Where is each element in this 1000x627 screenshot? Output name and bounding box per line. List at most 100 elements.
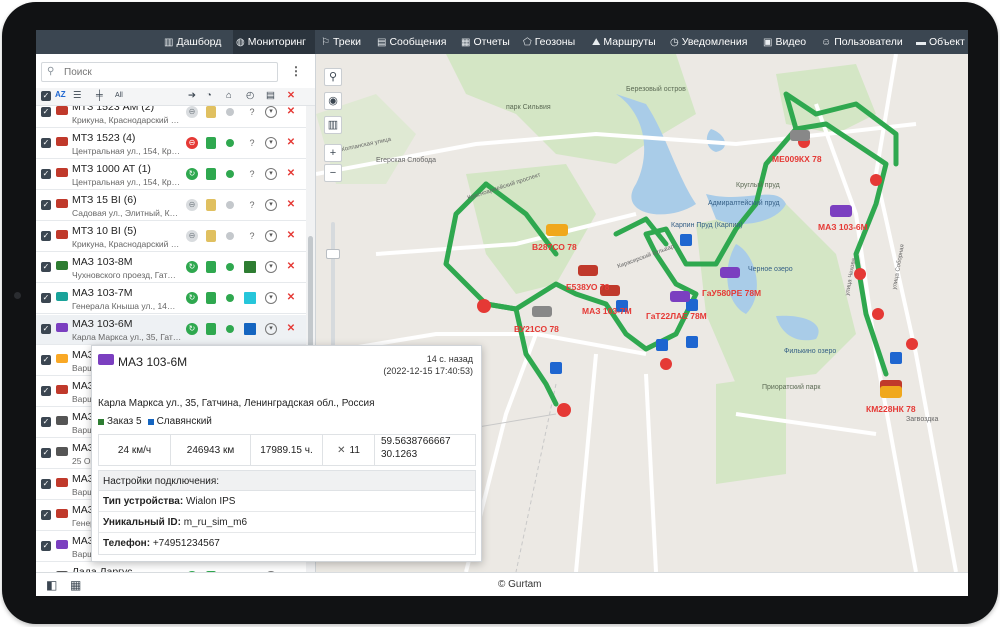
clipboard-col-icon[interactable]: ▤ xyxy=(266,90,275,101)
nav-messages[interactable]: ▤ Сообщения xyxy=(377,30,453,54)
unit-checkbox[interactable]: ✓ xyxy=(41,386,51,396)
ignition-icon xyxy=(206,168,216,180)
zoom-slider-handle[interactable] xyxy=(326,249,340,259)
ignition-col-icon[interactable]: ⌂ xyxy=(226,90,232,101)
scrollbar-thumb[interactable] xyxy=(308,236,313,356)
unit-row[interactable]: ✓ МАЗ 103-7М Генерала Кныша ул., 14… ↻ ▾ ✕ xyxy=(36,284,306,314)
unit-checkbox[interactable]: ✓ xyxy=(41,479,51,489)
dropdown-icon[interactable]: ▾ xyxy=(265,106,277,118)
list-view-icon[interactable]: ☰ xyxy=(73,90,82,101)
nav-geozones[interactable]: ⬠ Геозоны xyxy=(523,30,585,54)
nav-tracks[interactable]: ⚐ Треки xyxy=(321,30,371,54)
popup-title: МАЗ 103-6М xyxy=(118,355,188,369)
unit-checkbox[interactable]: ✓ xyxy=(41,107,51,117)
zoom-in-button[interactable]: + xyxy=(324,144,342,162)
unit-checkbox[interactable]: ✓ xyxy=(41,448,51,458)
dropdown-icon[interactable]: ▾ xyxy=(265,199,277,211)
dropdown-icon[interactable]: ▾ xyxy=(265,137,277,149)
unit-name[interactable]: МАЗ 103-6М xyxy=(72,318,133,330)
nav-monitoring[interactable]: ◍ Мониторинг xyxy=(233,30,315,54)
delete-icon[interactable]: ✕ xyxy=(285,292,297,304)
unit-row[interactable]: ✓ МТЗ 10 BI (5) Крикуна, Краснодарский … ⊖?… xyxy=(36,222,306,252)
vehicle-label[interactable]: В287СО 78 xyxy=(532,242,577,252)
unit-checkbox[interactable]: ✓ xyxy=(41,200,51,210)
map-layers-icon[interactable]: ▥ xyxy=(324,116,342,134)
motion-state-icon: ⊖ xyxy=(186,199,198,211)
unit-name[interactable]: МАЗ 103-7М xyxy=(72,287,133,299)
nav-users[interactable]: ☺ Пользователи xyxy=(821,30,911,54)
nav-routes[interactable]: ⛰ Маршруты xyxy=(592,30,662,54)
unit-address: Генерала Кныша ул., 14… xyxy=(72,301,176,311)
vehicle-label[interactable]: МАЗ 103-6М xyxy=(818,222,868,232)
unit-name[interactable]: МТЗ 1000 АТ (1) xyxy=(72,163,151,175)
apps-grid-icon[interactable]: ▦ xyxy=(70,578,81,592)
unit-checkbox[interactable]: ✓ xyxy=(41,510,51,520)
unit-name[interactable]: МТЗ 1523 АМ (2) xyxy=(72,106,154,113)
search-input[interactable] xyxy=(64,65,264,80)
connection-settings: Настройки подключения: Тип устройства: W… xyxy=(98,470,476,555)
dropdown-icon[interactable]: ▾ xyxy=(265,261,277,273)
zoom-out-button[interactable]: − xyxy=(324,164,342,182)
sort-az-icon[interactable]: AZ xyxy=(55,90,66,99)
vehicle-label[interactable]: ГаУ580РЕ 78М xyxy=(702,288,761,298)
unit-checkbox[interactable]: ✓ xyxy=(41,262,51,272)
nav-video[interactable]: ▣ Видео xyxy=(763,30,811,54)
delete-icon[interactable]: ✕ xyxy=(285,168,297,180)
select-all-checkbox[interactable]: ✓ xyxy=(41,90,51,101)
delete-icon[interactable]: ✕ xyxy=(285,137,297,149)
unit-address: Центральная ул., 154, Кр… xyxy=(72,177,181,187)
unit-checkbox[interactable]: ✓ xyxy=(41,293,51,303)
nav-dashboard[interactable]: ▥ Дашборд xyxy=(164,30,228,54)
vehicle-label[interactable]: МЕ009КХ 78 xyxy=(772,154,822,164)
map-search-icon[interactable]: ⚲ xyxy=(324,68,342,86)
unit-checkbox[interactable]: ✓ xyxy=(41,541,51,551)
unit-row[interactable]: ✓ МТЗ 15 BI (6) Садовая ул., Элитный, К… ⊖?… xyxy=(36,191,306,221)
unit-checkbox[interactable]: ✓ xyxy=(41,324,51,334)
add-icon[interactable]: ╪ xyxy=(96,90,103,101)
unit-row[interactable]: ✓ МАЗ 103-8М Чухновского проезд, Гат… ↻ ▾ ✕ xyxy=(36,253,306,283)
vehicle-icon xyxy=(56,230,68,239)
delete-icon[interactable]: ✕ xyxy=(285,261,297,273)
unit-row[interactable]: ✓ МТЗ 1000 АТ (1) Центральная ул., 154, Кр… xyxy=(36,160,306,190)
unit-name[interactable]: МТЗ 10 BI (5) xyxy=(72,225,137,237)
vehicle-label[interactable]: Е538УО 78 xyxy=(566,282,609,292)
vehicle-label[interactable]: ВУ21СО 78 xyxy=(514,324,559,334)
green-tag-icon xyxy=(98,418,104,425)
unit-row[interactable]: ✓ МТЗ 1523 (4) Центральная ул., 154, Кр… ⊖?… xyxy=(36,129,306,159)
unit-name[interactable]: МТЗ 15 BI (6) xyxy=(72,194,137,206)
unit-checkbox[interactable]: ✓ xyxy=(41,417,51,427)
unit-info-popup: МАЗ 103-6М 14 с. назад (2022-12-15 17:40… xyxy=(91,345,482,562)
dropdown-icon[interactable]: ▾ xyxy=(265,230,277,242)
unit-row[interactable]: ✓ МАЗ 103-6М Карла Маркса ул., 35, Гат… ↻ ▾ ✕ xyxy=(36,315,306,345)
unit-checkbox[interactable]: ✓ xyxy=(41,169,51,179)
unit-row[interactable]: ✓Лада ЛаргусМКАД, 47-й км, Москва…↻?▾✕ xyxy=(36,563,306,572)
unit-checkbox[interactable]: ✓ xyxy=(41,231,51,241)
add-all-icon[interactable]: All xyxy=(115,92,123,99)
map-visibility-icon[interactable]: ◉ xyxy=(324,92,342,110)
delete-icon[interactable]: ✕ xyxy=(285,323,297,335)
more-menu-icon[interactable]: ⋮ xyxy=(290,64,302,78)
nav-reports[interactable]: ▦ Отчеты xyxy=(461,30,517,54)
vehicle-label[interactable]: ГаТ22ЛАЕ 78М xyxy=(646,311,707,321)
dropdown-icon[interactable]: ▾ xyxy=(265,323,277,335)
unit-row[interactable]: ✓ МТЗ 1523 АМ (2) Крикуна, Краснодарский …… xyxy=(36,106,306,128)
popup-tags: Заказ 5 Славянский xyxy=(98,416,212,427)
dropdown-icon[interactable]: ▾ xyxy=(265,292,277,304)
panel-toggle-icon[interactable]: ◧ xyxy=(46,578,57,592)
vehicle-label[interactable]: КМ228НК 78 xyxy=(866,404,916,414)
unit-checkbox[interactable]: ✓ xyxy=(41,355,51,365)
unit-name[interactable]: МАЗ 103-8М xyxy=(72,256,133,268)
nav-units[interactable]: ▬ Объект xyxy=(916,30,968,54)
motion-col-icon[interactable]: ◔ xyxy=(206,90,212,101)
dropdown-icon[interactable]: ▾ xyxy=(265,168,277,180)
nav-notifications[interactable]: ◷ Уведомления xyxy=(670,30,754,54)
delete-icon[interactable]: ✕ xyxy=(285,230,297,242)
unit-name[interactable]: МТЗ 1523 (4) xyxy=(72,132,135,144)
delete-icon[interactable]: ✕ xyxy=(285,199,297,211)
sensor-col-icon[interactable]: ◴ xyxy=(246,90,254,101)
arrow-col-icon[interactable]: ➔ xyxy=(188,90,196,101)
unit-checkbox[interactable]: ✓ xyxy=(41,138,51,148)
delete-icon[interactable]: ✕ xyxy=(285,106,297,118)
vehicle-label[interactable]: МАЗ 103-7М xyxy=(582,306,632,316)
delete-col-icon[interactable]: ✕ xyxy=(287,90,295,101)
